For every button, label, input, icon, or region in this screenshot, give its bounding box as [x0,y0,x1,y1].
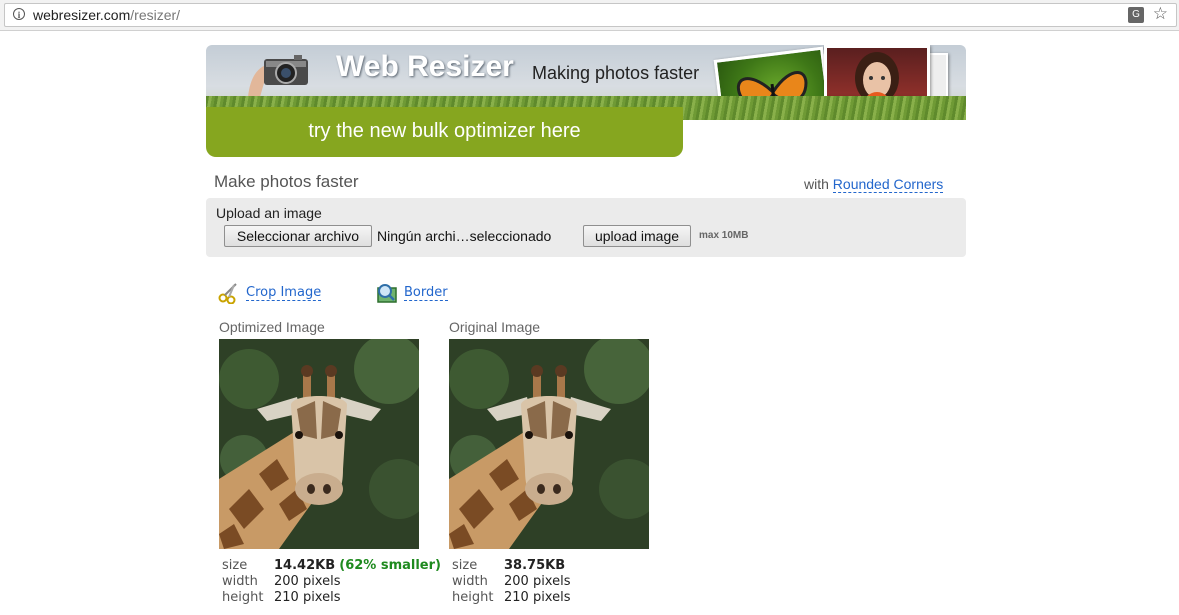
optimized-image-meta: size 14.42KB (62% smaller) width 200 pix… [219,558,441,608]
upload-label: Upload an image [216,205,322,221]
optimized-width-label: width [222,574,258,589]
optimized-size-value-wrap: 14.42KB (62% smaller) [274,558,441,573]
browser-toolbar: i webresizer.com/resizer/ G ☆ [0,0,1179,31]
address-bar[interactable]: i webresizer.com/resizer/ G ☆ [4,3,1177,27]
rounded-corners-prefix: with [804,176,829,192]
original-image-title: Original Image [449,319,541,335]
banner-title: Web Resizer [336,50,514,83]
giraffe-photo-optimized [219,339,419,549]
border-link[interactable]: Border [404,285,448,301]
url-host: webresizer.com [33,7,131,23]
optimized-size-value: 14.42KB [274,558,336,573]
optimized-height-label: height [222,590,264,605]
info-icon[interactable]: i [13,8,25,20]
bulk-optimizer-link[interactable]: try the new bulk optimizer here [206,120,683,143]
optimized-image-panel: Optimized Image [219,319,429,549]
original-size-value: 38.75KB [504,558,566,573]
original-size-label: size [452,558,478,573]
rounded-corners-link[interactable]: Rounded Corners [832,176,944,193]
rounded-corners-promo: with Rounded Corners [804,176,944,193]
bulk-optimizer-banner[interactable]: try the new bulk optimizer here [206,107,683,157]
upload-image-button[interactable]: upload image [583,225,691,247]
original-height-label: height [452,590,494,605]
optimized-image-title: Optimized Image [219,319,325,335]
crop-image-link[interactable]: Crop Image [246,285,322,301]
bookmark-star-icon[interactable]: ☆ [1153,4,1168,24]
page-headline: Make photos faster [214,172,359,191]
url-path: /resizer/ [130,7,181,23]
original-height-value: 210 pixels [504,590,571,605]
url-text[interactable]: webresizer.com/resizer/ [33,7,180,23]
upload-panel: Upload an image Seleccionar archivo Ning… [206,198,966,257]
original-size-value-wrap: 38.75KB [504,558,565,573]
original-image-panel: Original Image [449,319,659,549]
scissors-icon [218,283,237,304]
translate-icon[interactable]: G [1128,7,1144,23]
border-frame-icon [377,284,397,303]
optimized-width-value: 200 pixels [274,574,341,589]
optimized-size-label: size [222,558,248,573]
optimized-size-savings: (62% smaller) [339,558,441,573]
original-width-value: 200 pixels [504,574,571,589]
giraffe-photo-original [449,339,649,549]
original-image-meta: size 38.75KB width 200 pixels height 210… [449,558,649,608]
banner-tagline: Making photos faster [532,63,700,83]
camera-hand-icon [248,55,308,97]
max-size-note: max 10MB [699,230,749,241]
choose-file-button[interactable]: Seleccionar archivo [224,225,372,247]
original-width-label: width [452,574,488,589]
file-status-text: Ningún archi…seleccionado [377,228,552,244]
optimized-height-value: 210 pixels [274,590,341,605]
